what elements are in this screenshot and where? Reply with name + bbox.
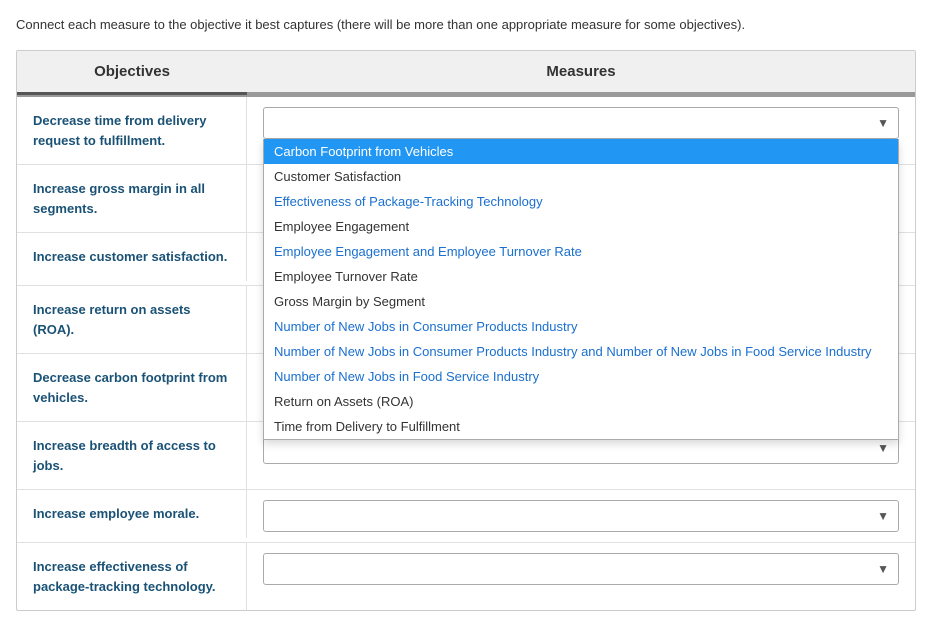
- objective-cell: Increase gross margin in all segments.: [17, 165, 247, 232]
- table-header: Objectives Measures: [17, 51, 915, 97]
- select-wrapper: ▼: [263, 107, 899, 139]
- dropdown-item[interactable]: Number of New Jobs in Consumer Products …: [264, 339, 898, 364]
- select-wrapper: ▼: [263, 500, 899, 532]
- measure-select-8[interactable]: [263, 553, 899, 585]
- dropdown-item[interactable]: Gross Margin by Segment: [264, 289, 898, 314]
- objective-cell: Increase employee morale.: [17, 490, 247, 538]
- dropdown-item[interactable]: Number of New Jobs in Consumer Products …: [264, 314, 898, 339]
- dropdown-item[interactable]: Carbon Footprint from Vehicles: [264, 139, 898, 164]
- measure-select-7[interactable]: [263, 500, 899, 532]
- objective-cell: Decrease carbon footprint from vehicles.: [17, 354, 247, 421]
- instruction-text: Connect each measure to the objective it…: [16, 16, 916, 34]
- table-row: Increase effectiveness of package-tracki…: [17, 543, 915, 610]
- objectives-measures-table: Objectives Measures Decrease time from d…: [16, 50, 916, 611]
- measures-header: Measures: [247, 51, 915, 95]
- dropdown-item[interactable]: Employee Turnover Rate: [264, 264, 898, 289]
- measures-cell: ▼: [247, 490, 915, 542]
- dropdown-item[interactable]: Customer Satisfaction: [264, 164, 898, 189]
- table-row: Decrease time from delivery request to f…: [17, 97, 915, 165]
- dropdown-item[interactable]: Time from Delivery to Fulfillment: [264, 414, 898, 439]
- measures-cell: ▼ Carbon Footprint from VehiclesCustomer…: [247, 97, 915, 149]
- objective-cell: Increase effectiveness of package-tracki…: [17, 543, 247, 610]
- dropdown-item[interactable]: Employee Engagement: [264, 214, 898, 239]
- objectives-header: Objectives: [17, 51, 247, 95]
- objective-cell: Increase return on assets (ROA).: [17, 286, 247, 353]
- objective-cell: Increase customer satisfaction.: [17, 233, 247, 281]
- dropdown-menu: Carbon Footprint from VehiclesCustomer S…: [263, 139, 899, 440]
- objective-cell: Increase breadth of access to jobs.: [17, 422, 247, 489]
- table-row: Increase employee morale. ▼: [17, 490, 915, 543]
- main-container: Connect each measure to the objective it…: [0, 0, 932, 627]
- select-wrapper: ▼: [263, 553, 899, 585]
- measure-select-1[interactable]: [263, 107, 899, 139]
- objective-cell: Decrease time from delivery request to f…: [17, 97, 247, 164]
- table-body: Decrease time from delivery request to f…: [17, 97, 915, 610]
- measures-cell: ▼: [247, 543, 915, 595]
- dropdown-item[interactable]: Return on Assets (ROA): [264, 389, 898, 414]
- dropdown-item[interactable]: Employee Engagement and Employee Turnove…: [264, 239, 898, 264]
- dropdown-item[interactable]: Number of New Jobs in Food Service Indus…: [264, 364, 898, 389]
- dropdown-item[interactable]: Effectiveness of Package-Tracking Techno…: [264, 189, 898, 214]
